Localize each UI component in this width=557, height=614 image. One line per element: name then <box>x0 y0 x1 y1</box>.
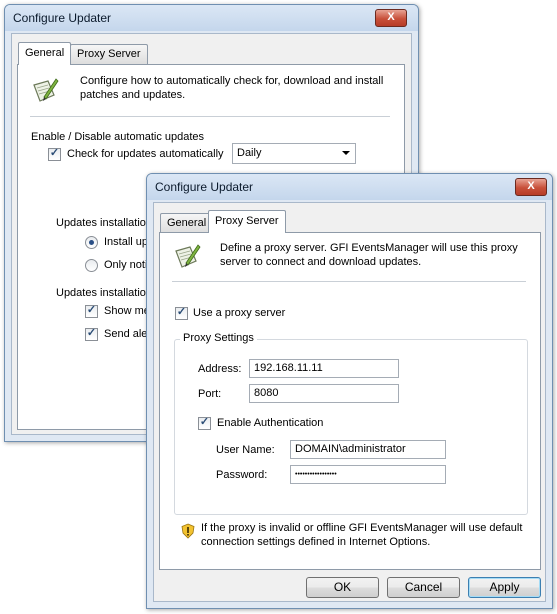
enable-auth-checkbox[interactable]: ✓ <box>198 416 211 430</box>
back-titlebar[interactable]: Configure Updater X <box>5 5 418 31</box>
check-updates-label[interactable]: Check for updates automatically <box>67 148 224 160</box>
front-client-area: General Proxy Server Define a proxy serv… <box>153 202 546 602</box>
ok-button[interactable]: OK <box>306 577 379 598</box>
warning-shield-icon <box>180 523 196 539</box>
checkmark-icon: ✓ <box>86 304 97 316</box>
front-tab-panel: Define a proxy server. GFI EventsManager… <box>159 232 541 570</box>
notepad-pencil-icon <box>30 75 60 105</box>
back-description-line-1: Configure how to automatically check for… <box>80 75 384 87</box>
username-input[interactable]: DOMAIN\administrator <box>290 440 446 459</box>
port-input[interactable]: 8080 <box>249 384 399 403</box>
notepad-pencil-icon <box>172 241 202 271</box>
updates-installation-label: Updates installation <box>56 217 153 229</box>
show-messages-checkbox[interactable]: ✓ <box>85 304 98 318</box>
back-close-button[interactable]: X <box>375 9 407 27</box>
back-tab-general[interactable]: General <box>18 42 72 65</box>
username-label: User Name: <box>216 444 275 456</box>
front-window-title: Configure Updater <box>155 180 254 194</box>
checkmark-icon: ✓ <box>199 416 210 428</box>
address-input[interactable]: 192.168.11.11 <box>249 359 399 378</box>
send-alerts-checkbox[interactable]: ✓ <box>85 327 98 341</box>
enable-auth-label[interactable]: Enable Authentication <box>217 417 323 429</box>
front-tab-general[interactable]: General <box>160 213 214 234</box>
cancel-button[interactable]: Cancel <box>387 577 460 598</box>
use-proxy-checkbox[interactable]: ✓ <box>175 306 188 320</box>
chevron-down-icon <box>342 151 350 155</box>
install-option-radio[interactable] <box>85 236 98 249</box>
back-window-title: Configure Updater <box>13 11 112 25</box>
warning-line-2: connection settings defined in Internet … <box>201 536 431 548</box>
front-tab-proxy-server[interactable]: Proxy Server <box>208 210 286 233</box>
password-input[interactable]: ••••••••••••••••• <box>290 465 446 484</box>
proxy-settings-label: Proxy Settings <box>180 332 257 344</box>
back-divider <box>30 116 390 117</box>
port-label: Port: <box>198 388 222 400</box>
checkmark-icon: ✓ <box>176 306 187 318</box>
radio-dot <box>89 240 94 245</box>
front-titlebar[interactable]: Configure Updater X <box>147 174 552 200</box>
front-divider <box>172 281 526 282</box>
frequency-select[interactable]: Daily <box>232 143 356 164</box>
front-close-button[interactable]: X <box>515 178 547 196</box>
check-updates-checkbox[interactable]: ✓ <box>48 147 61 161</box>
front-dialog-window: Configure Updater X General Proxy Server… <box>146 173 553 609</box>
apply-button[interactable]: Apply <box>468 577 541 598</box>
address-label: Address: <box>198 363 242 375</box>
front-description-line-1: Define a proxy server. GFI EventsManager… <box>220 242 518 254</box>
checkmark-icon: ✓ <box>86 327 97 339</box>
frequency-value: Daily <box>237 147 262 159</box>
front-description-line-2: server to connect and download updates. <box>220 256 422 268</box>
password-label: Password: <box>216 469 268 481</box>
back-description-line-2: patches and updates. <box>80 89 186 101</box>
enable-section-label: Enable / Disable automatic updates <box>31 131 205 143</box>
warning-line-1: If the proxy is invalid or offline GFI E… <box>201 522 523 534</box>
checkmark-icon: ✓ <box>49 147 60 159</box>
use-proxy-label[interactable]: Use a proxy server <box>193 307 285 319</box>
only-notify-radio[interactable] <box>85 259 98 272</box>
back-tab-proxy-server[interactable]: Proxy Server <box>70 44 148 65</box>
